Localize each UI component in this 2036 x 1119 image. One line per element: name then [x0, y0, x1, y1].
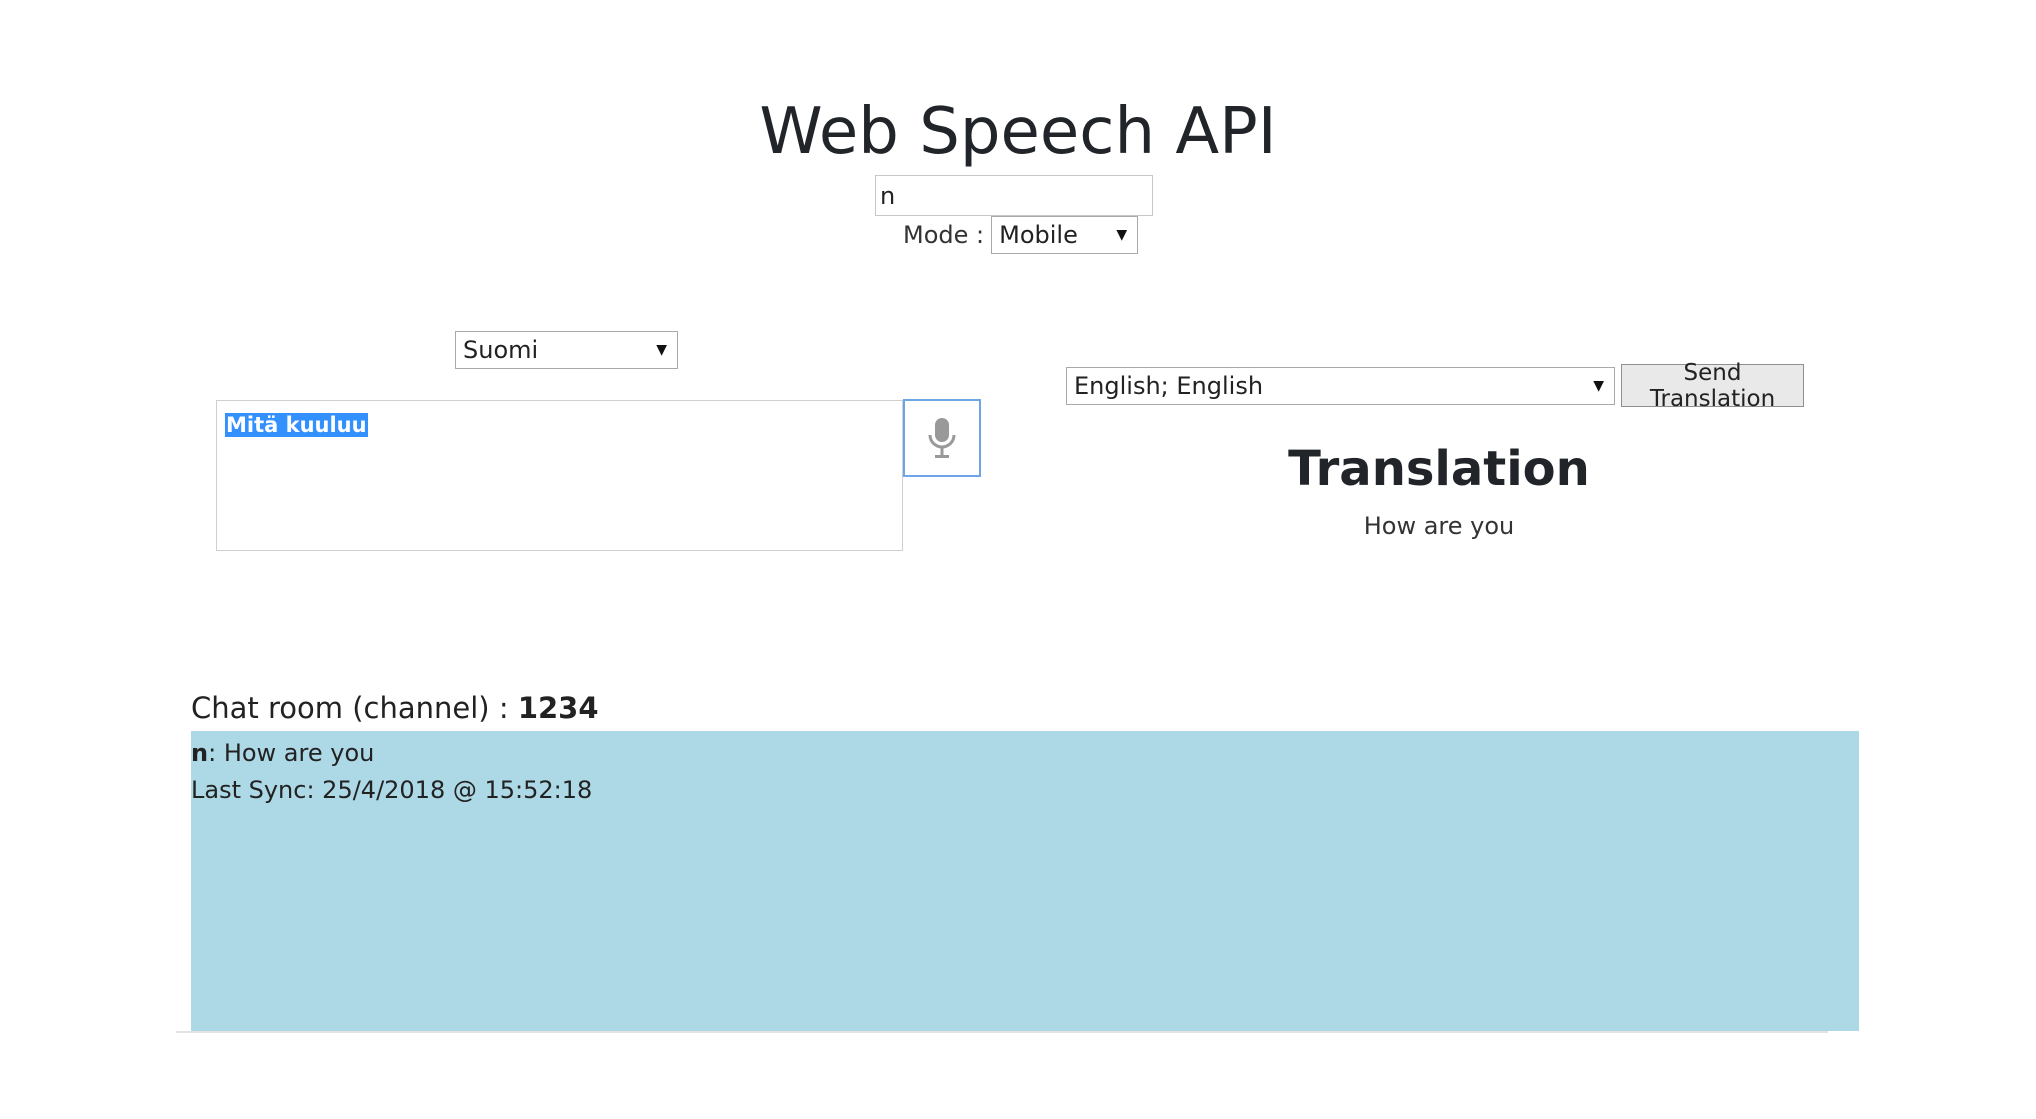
- chat-message-text: How are you: [223, 739, 375, 767]
- source-language-value: Suomi: [463, 336, 539, 364]
- chat-message-separator: :: [208, 739, 224, 767]
- dropdown-arrow-icon: ▼: [1116, 227, 1128, 243]
- mode-select[interactable]: Mobile ▼: [991, 216, 1139, 254]
- target-language-value: English; English: [1074, 372, 1264, 400]
- mode-select-value: Mobile: [999, 221, 1078, 249]
- page: Web Speech API Mode : Mobile ▼ Suomi ▼ M…: [0, 0, 2036, 1119]
- translation-output: How are you: [1363, 512, 1515, 540]
- chat-panel: n: How are you Last Sync: 25/4/2018 @ 15…: [191, 731, 1859, 1031]
- divider: [176, 1031, 1828, 1033]
- dropdown-arrow-icon: ▼: [1593, 378, 1604, 394]
- mode-label: Mode :: [903, 221, 985, 249]
- page-title: Web Speech API: [759, 95, 1277, 169]
- start-recording-button[interactable]: [903, 399, 981, 477]
- last-sync-text: Last Sync: 25/4/2018 @ 15:52:18: [191, 776, 593, 804]
- chat-message-user: n: [191, 739, 209, 767]
- mode-row: Mode : Mobile ▼: [903, 216, 1139, 254]
- chat-message: n: How are you: [191, 735, 1859, 772]
- chat-room-heading: Chat room (channel) : 1234: [191, 691, 599, 725]
- source-language-select[interactable]: Suomi ▼: [455, 331, 678, 369]
- username-input[interactable]: [875, 175, 1153, 216]
- chat-channel-number: 1234: [517, 691, 599, 725]
- translation-heading: Translation: [1288, 441, 1590, 497]
- chat-room-label: Chat room (channel) :: [191, 691, 518, 725]
- target-language-select[interactable]: English; English ▼: [1066, 367, 1615, 405]
- dropdown-arrow-icon: ▼: [656, 342, 667, 358]
- speech-results-box[interactable]: Mitä kuuluu: [216, 400, 903, 551]
- send-translation-button[interactable]: Send Translation: [1621, 360, 1804, 412]
- final-transcript: Mitä kuuluu: [225, 413, 368, 437]
- microphone-icon: [928, 418, 956, 458]
